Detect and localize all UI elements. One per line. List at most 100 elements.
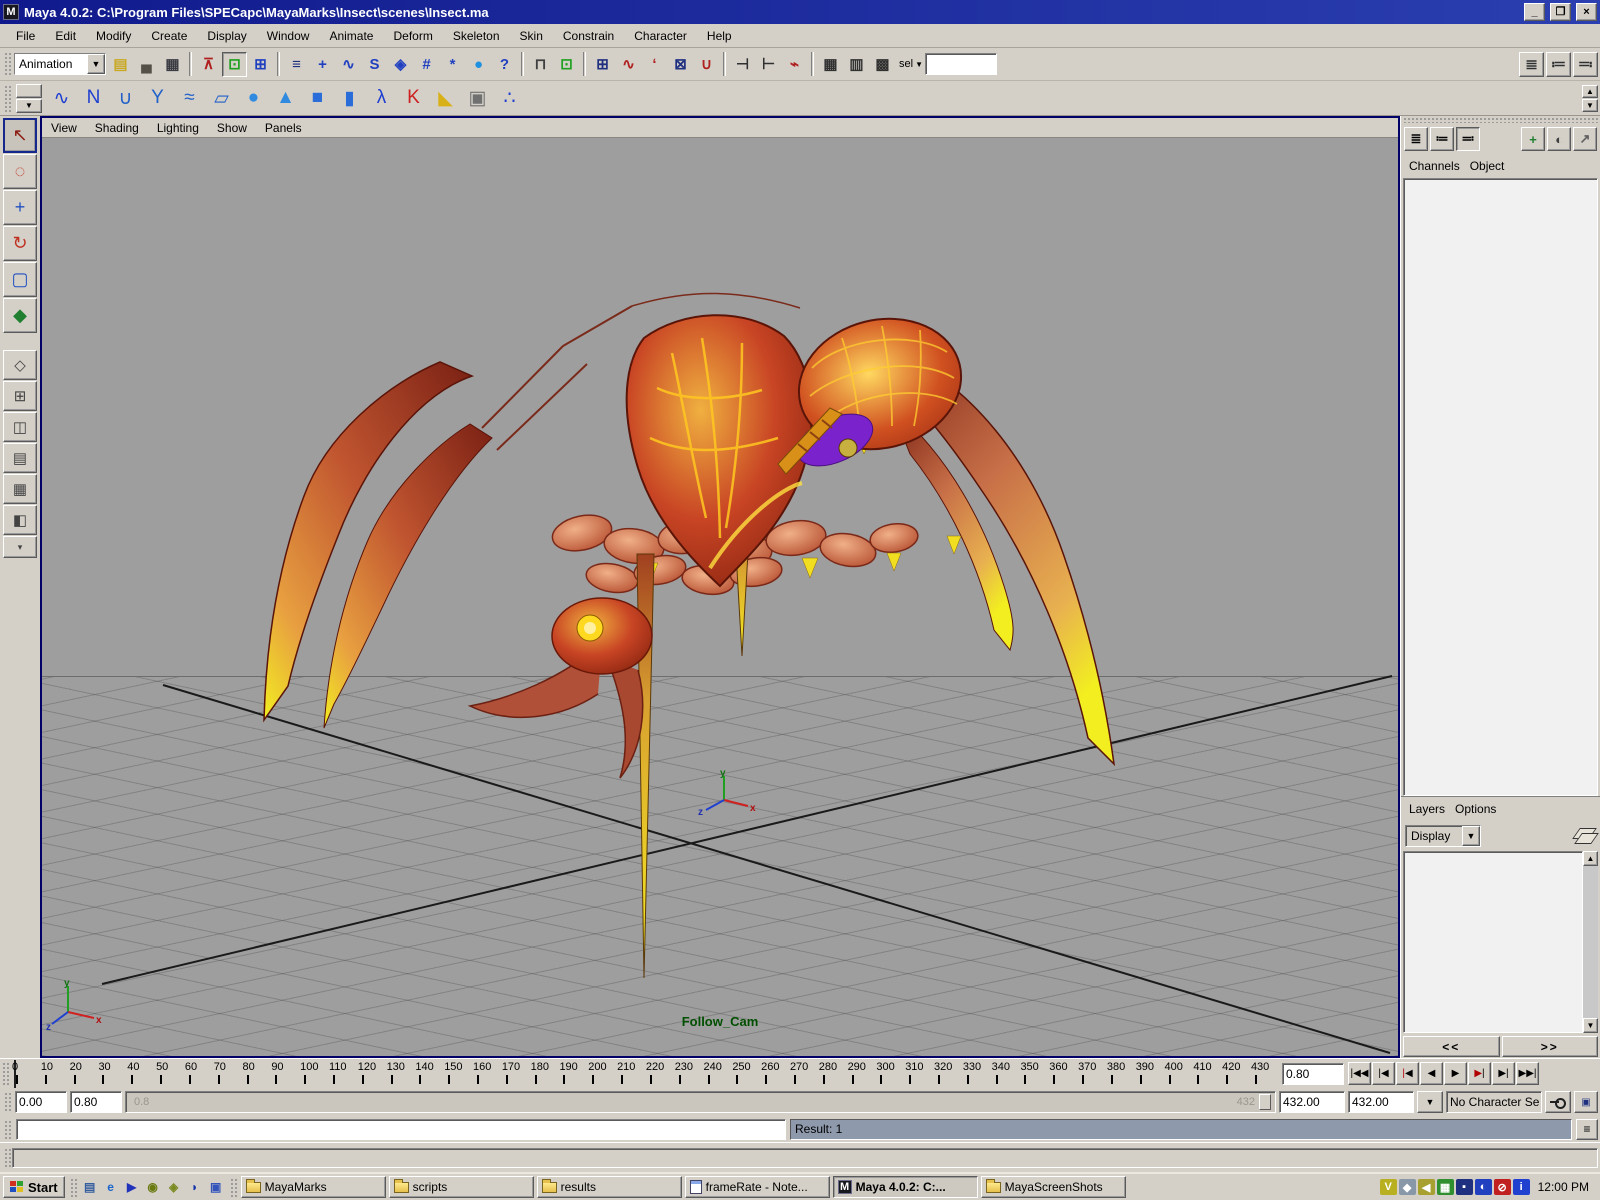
scroll-up-arrow[interactable]: ▲	[1583, 851, 1598, 866]
go-to-range-end-button[interactable]: ▶▶|	[1516, 1062, 1539, 1085]
select-by-component-button[interactable]: ⊞	[248, 52, 273, 77]
scroll-down-arrow[interactable]: ▼	[1583, 1018, 1598, 1033]
display-tray-icon[interactable]: ▪	[1456, 1179, 1473, 1195]
menu-deform[interactable]: Deform	[383, 26, 442, 46]
viewport-menu-show[interactable]: Show	[208, 119, 256, 137]
open-scene-button[interactable]: ▄	[134, 52, 159, 77]
time-tick-220[interactable]: 220	[644, 1060, 673, 1088]
menu-create[interactable]: Create	[141, 26, 197, 46]
menu-skeleton[interactable]: Skeleton	[443, 26, 510, 46]
paint-effects-button[interactable]: ⌁	[782, 52, 807, 77]
channel-box-list[interactable]	[1403, 178, 1598, 796]
time-tick-0[interactable]: 0	[10, 1060, 39, 1088]
particle-tool[interactable]: ∴	[494, 83, 525, 114]
task-scripts[interactable]: scripts	[389, 1176, 534, 1198]
nurbs-sphere[interactable]: ●	[238, 83, 269, 114]
redo-next-button[interactable]: ⊢	[756, 52, 781, 77]
close-button[interactable]: ×	[1576, 3, 1597, 21]
time-tick-70[interactable]: 70	[212, 1060, 241, 1088]
viewport-menu-lighting[interactable]: Lighting	[148, 119, 208, 137]
menu-skin[interactable]: Skin	[510, 26, 553, 46]
menu-help[interactable]: Help	[697, 26, 742, 46]
viewport-canvas[interactable]: y x z y x z Follow_Cam	[42, 138, 1398, 1056]
time-tick-240[interactable]: 240	[702, 1060, 731, 1088]
step-back-frame-button[interactable]: |◀	[1372, 1062, 1395, 1085]
speed-control-icon[interactable]: ◐	[1547, 127, 1571, 151]
ep-curve-tool[interactable]: ∿	[46, 83, 77, 114]
antivirus-tray-icon[interactable]: ⊘	[1494, 1179, 1511, 1195]
select-tool[interactable]: ↖	[3, 118, 37, 153]
joint-tool[interactable]: λ	[366, 83, 397, 114]
time-tick-110[interactable]: 110	[327, 1060, 356, 1088]
channel-box-layout-3[interactable]: ≕	[1456, 127, 1480, 151]
time-tick-130[interactable]: 130	[385, 1060, 414, 1088]
time-tick-290[interactable]: 290	[846, 1060, 875, 1088]
time-tick-190[interactable]: 190	[557, 1060, 586, 1088]
select-arrow-icon[interactable]: ↗	[1573, 127, 1597, 151]
select-highlight-button[interactable]: ⊡	[554, 52, 579, 77]
time-tick-230[interactable]: 230	[673, 1060, 702, 1088]
range-end-handle[interactable]	[1259, 1094, 1271, 1110]
list-operations-button[interactable]: ⊞	[590, 52, 615, 77]
restore-button[interactable]: ❐	[1550, 3, 1571, 21]
time-tick-400[interactable]: 400	[1163, 1060, 1192, 1088]
tab-channels[interactable]: Channels	[1409, 157, 1468, 175]
shelf-scroll-up[interactable]: ▲	[1582, 85, 1598, 98]
move-tool[interactable]: +	[3, 190, 37, 225]
volume-tray-icon[interactable]: ◀	[1418, 1179, 1435, 1195]
range-start-handle-label[interactable]: 0.8	[134, 1096, 149, 1108]
start-button[interactable]: Start	[3, 1176, 65, 1198]
step-forward-frame-button[interactable]: ▶|	[1492, 1062, 1515, 1085]
menu-modify[interactable]: Modify	[86, 26, 141, 46]
detach-button[interactable]: ⊠	[668, 52, 693, 77]
time-tick-170[interactable]: 170	[500, 1060, 529, 1088]
spot-light[interactable]: ◣	[430, 83, 461, 114]
time-tick-20[interactable]: 20	[68, 1060, 97, 1088]
playback-end-input[interactable]	[1279, 1091, 1345, 1113]
shelf-scroll-down[interactable]: ▼	[1582, 99, 1598, 112]
snap-to-curves-button[interactable]: ∿	[336, 52, 361, 77]
tab-object[interactable]: Object	[1470, 157, 1513, 175]
select-by-object-button[interactable]: ⊡	[222, 52, 247, 77]
info-tray-icon[interactable]: i	[1513, 1179, 1530, 1195]
range-slider-grip[interactable]	[3, 1091, 11, 1113]
nurbs-cone[interactable]: ▲	[270, 83, 301, 114]
ipr-render-button[interactable]: ▥	[844, 52, 869, 77]
layout-persp-graph[interactable]: ▤	[3, 443, 37, 473]
time-tick-310[interactable]: 310	[903, 1060, 932, 1088]
layers-menu-layers[interactable]: Layers	[1409, 800, 1453, 818]
clock-sync-tray-icon[interactable]: ◐	[1475, 1179, 1492, 1195]
scale-tool[interactable]: ▢	[3, 262, 37, 297]
time-tick-370[interactable]: 370	[1076, 1060, 1105, 1088]
scheduler-tray-icon[interactable]: ◆	[1399, 1179, 1416, 1195]
character-set-menu-button[interactable]: ▼	[1417, 1091, 1443, 1113]
tablet-tray-icon[interactable]: V	[1380, 1179, 1397, 1195]
make-live-button[interactable]: #	[414, 52, 439, 77]
quick-select-dropdown-icon[interactable]: ▼	[915, 60, 923, 69]
help-mode-button[interactable]: ?	[492, 52, 517, 77]
animation-start-input[interactable]	[15, 1091, 67, 1113]
menu-display[interactable]: Display	[197, 26, 256, 46]
menu-constrain[interactable]: Constrain	[553, 26, 624, 46]
time-tick-10[interactable]: 10	[39, 1060, 68, 1088]
time-tick-350[interactable]: 350	[1018, 1060, 1047, 1088]
current-time-input[interactable]	[1282, 1063, 1344, 1085]
quick-launch-icon-7[interactable]: ▣	[207, 1178, 225, 1196]
toggle-attribute-editor-button[interactable]: ≣	[1519, 52, 1544, 77]
snap-to-points-button[interactable]: S	[362, 52, 387, 77]
menu-window[interactable]: Window	[257, 26, 320, 46]
channel-box-layout-1[interactable]: ≣	[1404, 127, 1428, 151]
input-to-selected-button[interactable]: ●	[466, 52, 491, 77]
lasso-select-tool[interactable]: ◌	[3, 154, 37, 189]
time-tick-360[interactable]: 360	[1047, 1060, 1076, 1088]
time-tick-40[interactable]: 40	[125, 1060, 154, 1088]
menu-character[interactable]: Character	[624, 26, 697, 46]
menu-edit[interactable]: Edit	[45, 26, 86, 46]
revolve-surface[interactable]: ∪	[110, 83, 141, 114]
menu-set-select[interactable]: Animation ▼	[14, 53, 106, 75]
time-tick-210[interactable]: 210	[615, 1060, 644, 1088]
script-editor-button[interactable]: ≡	[1576, 1119, 1598, 1140]
taskbar-grip-1[interactable]	[69, 1177, 77, 1197]
minimize-button[interactable]: _	[1524, 3, 1545, 21]
time-tick-270[interactable]: 270	[788, 1060, 817, 1088]
